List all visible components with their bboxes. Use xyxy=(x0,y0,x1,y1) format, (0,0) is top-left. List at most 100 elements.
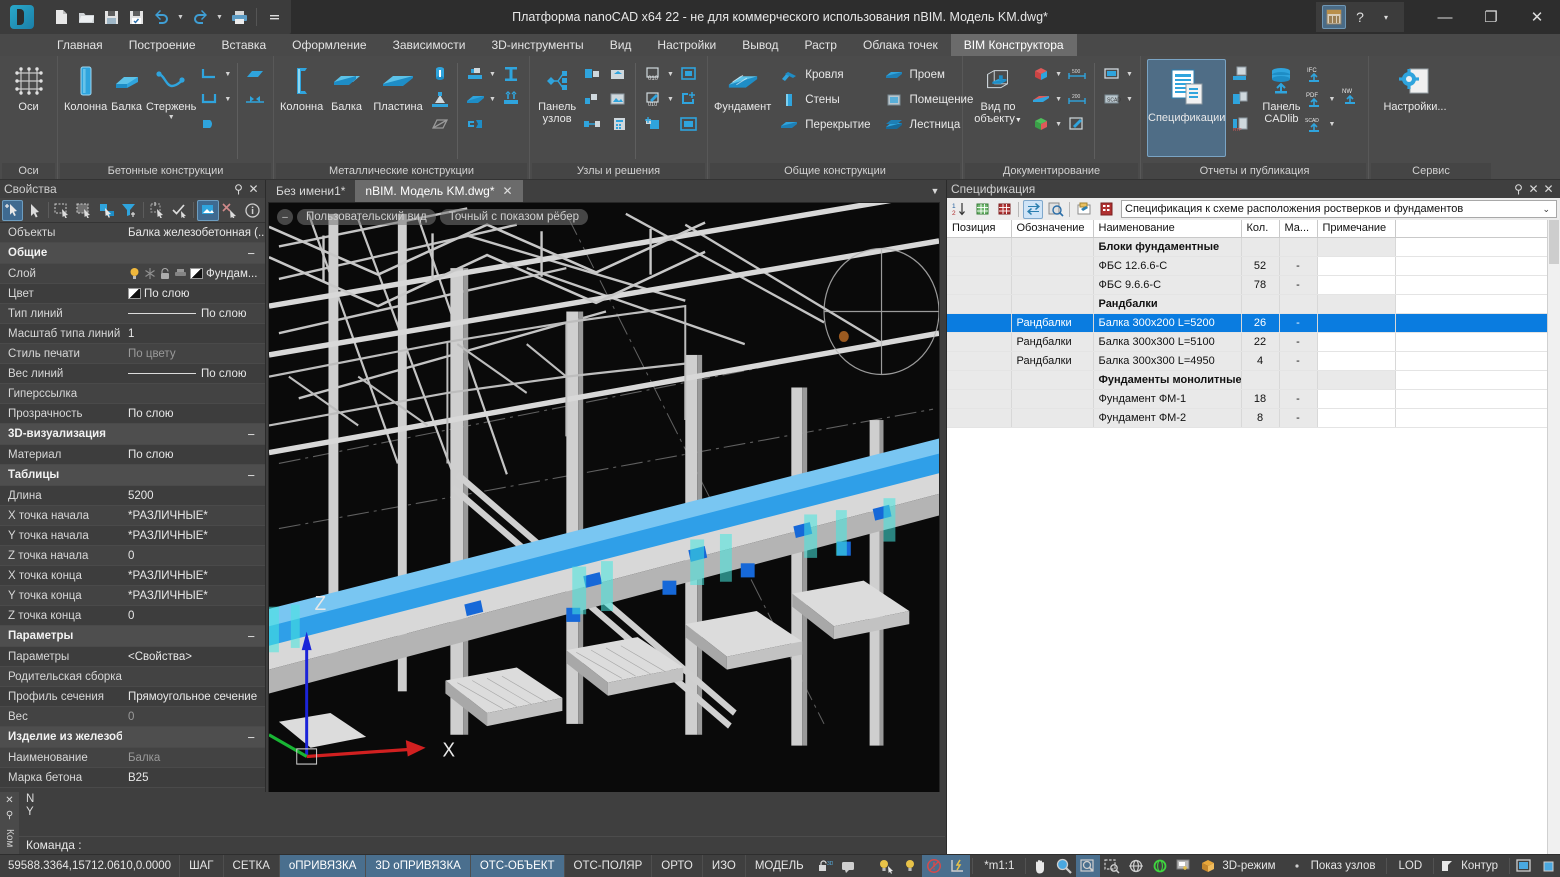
property-value[interactable]: По слою xyxy=(122,449,265,461)
ribbon-tab-nastroyki[interactable]: Настройки xyxy=(644,34,729,56)
property-row-марка-бетона[interactable]: Марка бетонаВ25 xyxy=(0,768,265,788)
property-row-гиперссылка[interactable]: Гиперссылка xyxy=(0,384,265,404)
screen-view-icon[interactable] xyxy=(1100,62,1124,86)
col-header-massa[interactable]: Ма... xyxy=(1279,220,1317,237)
property-group-таблицы[interactable]: Таблицы− xyxy=(0,465,265,486)
save-icon[interactable] xyxy=(100,5,122,29)
axes-button[interactable]: Оси xyxy=(6,59,51,113)
light-bulb-icon[interactable] xyxy=(874,855,898,877)
profile-l-caret-icon[interactable]: ▼ xyxy=(223,71,232,78)
table-row[interactable]: Фундаменты монолитные xyxy=(947,370,1560,389)
cell-primechanie[interactable] xyxy=(1317,313,1395,332)
help-button[interactable]: ? xyxy=(1348,5,1372,29)
col-header-oboznachenie[interactable]: Обозначение xyxy=(1011,220,1093,237)
property-row-x-точка-начала[interactable]: X точка начала*РАЗЛИЧНЫЕ* xyxy=(0,506,265,526)
property-group-общие[interactable]: Общие− xyxy=(0,243,265,264)
property-row-длина[interactable]: Длина5200 xyxy=(0,486,265,506)
cell-massa[interactable]: - xyxy=(1279,389,1317,408)
steel-column-button[interactable]: Колонна xyxy=(280,59,323,113)
property-row-z-точка-конца[interactable]: Z точка конца0 xyxy=(0,606,265,626)
table-row[interactable]: РандбалкиБалка 300х200 L=520026- xyxy=(947,313,1560,332)
cell-empty[interactable] xyxy=(1395,275,1560,294)
deselect-icon[interactable] xyxy=(220,200,241,221)
view-section-icon[interactable] xyxy=(1029,87,1053,111)
cell-pozitsiya[interactable] xyxy=(947,332,1011,351)
steel-brace-icon[interactable] xyxy=(428,112,452,136)
property-value[interactable]: *РАЗЛИЧНЫЕ* xyxy=(122,570,265,582)
print-icon[interactable] xyxy=(228,5,250,29)
col-header-primechanie[interactable]: Примечание xyxy=(1317,220,1395,237)
cell-empty[interactable] xyxy=(1395,370,1560,389)
help-caret-icon[interactable]: ▾ xyxy=(1374,5,1398,29)
steel-plate2-icon[interactable] xyxy=(463,87,487,111)
frame-icon[interactable] xyxy=(677,62,701,86)
ribbon-tab-oformlenie[interactable]: Оформление xyxy=(279,34,379,56)
ribbon-tab-postroenie[interactable]: Построение xyxy=(116,34,209,56)
zoom-extents-icon[interactable] xyxy=(1100,855,1124,877)
cell-empty[interactable] xyxy=(1395,237,1560,256)
mark-010-icon[interactable]: 010 xyxy=(641,62,665,86)
minimize-button[interactable]: — xyxy=(1422,0,1468,34)
cell-naimenovanie[interactable]: Балка 300х200 L=5200 xyxy=(1093,313,1241,332)
ribbon-tab-3d-instrumenty[interactable]: 3D-инструменты xyxy=(478,34,596,56)
cell-massa[interactable] xyxy=(1279,370,1317,389)
cell-massa[interactable]: - xyxy=(1279,275,1317,294)
cell-empty[interactable] xyxy=(1395,313,1560,332)
document-tab-dropdown-icon[interactable]: ▼ xyxy=(924,180,946,202)
col-header-empty[interactable] xyxy=(1395,220,1560,237)
show-nodes-label[interactable]: Показ узлов xyxy=(1309,855,1385,877)
steel-plate-button[interactable]: Пластина xyxy=(370,59,426,113)
cell-empty[interactable] xyxy=(1395,408,1560,427)
copy-table-icon[interactable] xyxy=(1228,87,1252,111)
sun-properties-icon[interactable] xyxy=(946,855,970,877)
node-display-icon[interactable] xyxy=(1285,855,1309,877)
annotate-edit-icon[interactable] xyxy=(1065,112,1089,136)
property-value[interactable]: По цвету xyxy=(122,348,265,360)
profile-l-icon[interactable] xyxy=(198,62,222,86)
collapse-toggle-icon[interactable]: − xyxy=(247,629,265,644)
cell-oboznachenie[interactable] xyxy=(1011,408,1093,427)
command-input[interactable]: Команда : xyxy=(19,836,945,854)
property-row-слой[interactable]: СлойФундам... xyxy=(0,264,265,284)
specification-scroll-thumb[interactable] xyxy=(1549,220,1559,264)
property-group-параметры[interactable]: Параметры− xyxy=(0,626,265,647)
property-row-тип-линий[interactable]: Тип линийПо слою xyxy=(0,304,265,324)
table-row[interactable]: Фундамент ФМ-28- xyxy=(947,408,1560,427)
table-row[interactable]: Фундамент ФМ-118- xyxy=(947,389,1560,408)
qat-more-icon[interactable] xyxy=(263,5,285,29)
cell-pozitsiya[interactable] xyxy=(947,313,1011,332)
info-icon[interactable] xyxy=(242,200,263,221)
ribbon-tab-vid[interactable]: Вид xyxy=(597,34,645,56)
cell-kol[interactable]: 8 xyxy=(1241,408,1279,427)
steel-anchor-icon[interactable] xyxy=(499,87,523,111)
property-group-3d-визуализация[interactable]: 3D-визуализация− xyxy=(0,424,265,445)
lod-label[interactable]: LOD xyxy=(1389,855,1431,877)
cell-primechanie[interactable] xyxy=(1317,389,1395,408)
cell-massa[interactable]: - xyxy=(1279,351,1317,370)
cell-oboznachenie[interactable] xyxy=(1011,256,1093,275)
cell-oboznachenie[interactable]: Рандбалки xyxy=(1011,332,1093,351)
property-row-вес-линий[interactable]: Вес линийПо слою xyxy=(0,364,265,384)
mark-010-caret-icon[interactable]: ▼ xyxy=(666,71,675,78)
property-value[interactable]: Балка xyxy=(122,752,265,764)
specification-restore-icon[interactable]: ✕ xyxy=(1526,182,1541,196)
table-row[interactable]: Блоки фундаментные xyxy=(947,237,1560,256)
viewport-menu-icon[interactable]: – xyxy=(277,209,293,225)
cell-pozitsiya[interactable] xyxy=(947,256,1011,275)
steel-beam-button[interactable]: Балка xyxy=(325,59,368,113)
cell-primechanie[interactable] xyxy=(1317,408,1395,427)
property-row-прозрачность[interactable]: ПрозрачностьПо слою xyxy=(0,404,265,424)
light-off-icon[interactable] xyxy=(898,855,922,877)
cell-primechanie[interactable] xyxy=(1317,370,1395,389)
status-toggle-setka[interactable]: СЕТКА xyxy=(223,855,279,877)
scad-export-caret-icon[interactable]: ▼ xyxy=(1327,121,1336,128)
cell-empty[interactable] xyxy=(1395,294,1560,313)
steel-profile-icon[interactable] xyxy=(463,112,487,136)
cell-kol[interactable]: 18 xyxy=(1241,389,1279,408)
free-orbit-icon[interactable] xyxy=(1148,855,1172,877)
ribbon-tab-glavnaya[interactable]: Главная xyxy=(44,34,116,56)
ifc-export-icon[interactable]: IFC xyxy=(1302,62,1326,86)
no-light-icon[interactable] xyxy=(922,855,946,877)
property-value[interactable]: *РАЗЛИЧНЫЕ* xyxy=(122,510,265,522)
document-tab-nbim-model[interactable]: nBIM. Модель KM.dwg* ✕ xyxy=(355,180,522,202)
